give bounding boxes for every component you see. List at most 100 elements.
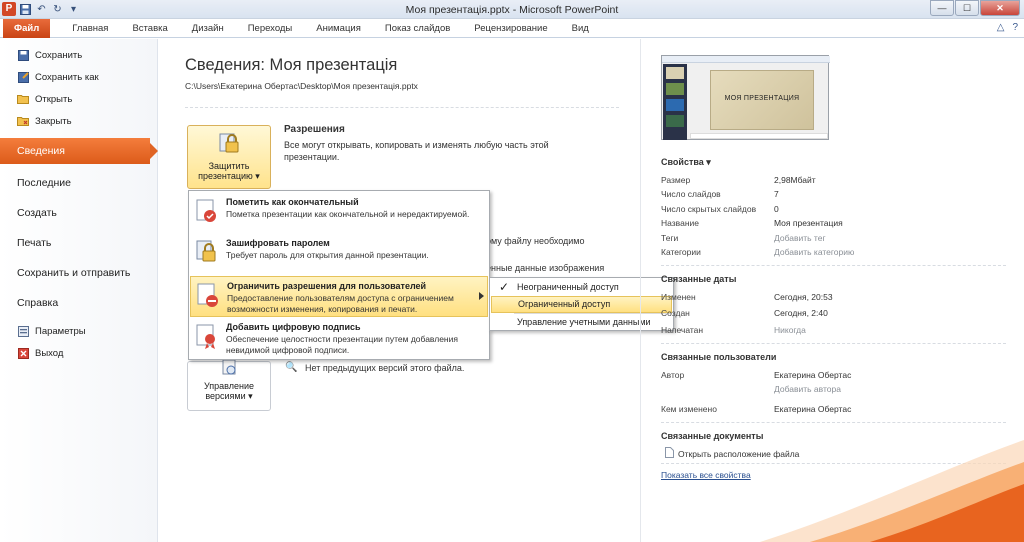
add-author-link[interactable]: Добавить автора (774, 384, 841, 394)
thumb-slide-2 (666, 83, 684, 95)
people-heading: Связанные пользователи (661, 352, 777, 362)
menu-item-title: Зашифровать паролем (226, 238, 330, 248)
manage-versions-button[interactable]: Управление версиями ▾ (187, 360, 271, 411)
show-all-properties-link[interactable]: Показать все свойства (661, 470, 751, 480)
menu-item-title: Добавить цифровую подпись (226, 322, 361, 332)
page-title: Сведения: Моя презентація (185, 56, 398, 74)
checkmark-icon: ✓ (498, 280, 510, 294)
thumb-main-slide: МОЯ ПРЕЗЕНТАЦИЯ (710, 70, 814, 130)
people-value-modified-by: Екатерина Обертас (774, 404, 852, 414)
dates-heading: Связанные даты (661, 274, 737, 284)
thumb-ribbon (662, 56, 830, 63)
lock-icon (196, 240, 216, 262)
protect-presentation-button[interactable]: Защитить презентацию ▾ (187, 125, 271, 189)
thumb-slide-3 (666, 99, 684, 111)
menu-item-encrypt[interactable]: Зашифровать паролем Требует пароль для о… (190, 234, 488, 275)
date-value-modified: Сегодня, 20:53 (774, 292, 833, 302)
nav-recent[interactable]: Последние (0, 168, 157, 198)
menu-item-desc: Предоставление пользователям доступа с о… (227, 293, 454, 314)
prop-value-tags[interactable]: Добавить тег (774, 233, 826, 243)
prop-value-slides: 7 (774, 189, 779, 199)
minimize-button[interactable]: — (930, 0, 954, 16)
divider (185, 107, 619, 108)
nav-save-as-label: Сохранить как (35, 71, 99, 83)
prop-value-categories[interactable]: Добавить категорию (774, 247, 854, 257)
menu-item-title: Ограничить разрешения для пользователей (227, 281, 427, 291)
open-file-location-link[interactable]: Открыть расположение файла (678, 449, 799, 459)
nav-save[interactable]: Сохранить (0, 44, 157, 66)
nav-options-label: Параметры (35, 325, 86, 337)
nav-options[interactable]: Параметры (0, 320, 157, 342)
nav-save-send[interactable]: Сохранить и отправить (0, 258, 157, 288)
ribbon-right-controls: △ ? (997, 22, 1018, 33)
permissions-text: Все могут открывать, копировать и изменя… (284, 140, 549, 162)
protect-button-label-2: презентацию ▾ (198, 171, 260, 181)
date-label-printed: Напечатан (661, 325, 704, 335)
people-label-author: Автор (661, 370, 685, 380)
nav-close[interactable]: Закрыть (0, 110, 157, 132)
menu-item-digital-signature[interactable]: Добавить цифровую подпись Обеспечение це… (190, 318, 488, 359)
tab-slideshow[interactable]: Показ слайдов (373, 19, 462, 38)
tab-insert[interactable]: Вставка (120, 19, 179, 38)
people-label-modified-by: Кем изменено (661, 404, 717, 414)
date-value-created: Сегодня, 2:40 (774, 308, 828, 318)
tab-review[interactable]: Рецензирование (462, 19, 559, 38)
prop-label-hidden-slides: Число скрытых слайдов (661, 204, 757, 214)
presentation-thumbnail[interactable]: МОЯ ПРЕЗЕНТАЦИЯ (661, 55, 830, 140)
inspect-text-fragment-2: енные данные изображения (486, 263, 605, 273)
menu-item-desc: Обеспечение целостности презентации путе… (226, 334, 458, 355)
date-value-printed: Никогда (774, 325, 806, 335)
menu-item-title: Пометить как окончательный (226, 197, 359, 207)
options-icon (17, 325, 29, 337)
lock-icon (219, 133, 239, 153)
thumb-slide-4 (666, 115, 684, 127)
window-title: Моя презентація.pptx - Microsoft PowerPo… (405, 4, 619, 16)
save-icon (17, 49, 29, 61)
exit-icon (17, 347, 29, 359)
minimize-ribbon-icon[interactable]: △ (997, 22, 1005, 33)
help-icon[interactable]: ? (1012, 22, 1018, 33)
maximize-button[interactable]: ☐ (955, 0, 979, 16)
inspect-text-fragment: ому файлу необходимо (486, 236, 585, 246)
date-label-modified: Изменен (661, 292, 696, 302)
tab-transitions[interactable]: Переходы (236, 19, 305, 38)
nav-new[interactable]: Создать (0, 198, 157, 228)
thumb-notes (690, 133, 828, 139)
thumb-slide-1 (666, 67, 684, 79)
backstage-nav: Сохранить Сохранить как Открыть Закрыть … (0, 39, 158, 542)
prop-value-hidden-slides: 0 (774, 204, 779, 214)
title-bar: P ↶ ↻ ▾ Моя презентація.pptx - Microsoft… (0, 0, 1024, 19)
date-label-created: Создан (661, 308, 690, 318)
nav-info[interactable]: Сведения (0, 138, 158, 164)
docs-heading: Связанные документы (661, 431, 764, 441)
prop-value-title[interactable]: Моя презентация (774, 218, 843, 228)
divider (661, 422, 1006, 423)
restrict-permissions-icon (197, 283, 218, 307)
prop-label-categories: Категории (661, 247, 701, 257)
versions-text: Нет предыдущих версий этого файла. (305, 363, 465, 373)
tab-home[interactable]: Главная (60, 19, 120, 38)
tab-design[interactable]: Дизайн (180, 19, 236, 38)
tab-animations[interactable]: Анимация (304, 19, 373, 38)
close-button[interactable]: ✕ (980, 0, 1020, 16)
permissions-heading: Разрешения (284, 124, 345, 135)
folder-close-icon (17, 115, 29, 127)
menu-item-restrict-permissions[interactable]: Ограничить разрешения для пользователей … (190, 276, 488, 317)
nav-help[interactable]: Справка (0, 288, 157, 318)
properties-panel: МОЯ ПРЕЗЕНТАЦИЯ Свойства ▾ Размер 2,98Мб… (640, 39, 1024, 542)
nav-open[interactable]: Открыть (0, 88, 157, 110)
nav-save-as[interactable]: Сохранить как (0, 66, 157, 88)
folder-open-icon (17, 93, 29, 105)
nav-open-label: Открыть (35, 93, 73, 105)
document-icon (665, 447, 674, 460)
nav-print[interactable]: Печать (0, 228, 157, 258)
tab-file[interactable]: Файл (3, 18, 51, 38)
save-as-icon (17, 71, 29, 83)
submenu-item-label: Ограниченный доступ (518, 299, 611, 309)
nav-exit[interactable]: Выход (0, 342, 157, 364)
tab-view[interactable]: Вид (560, 19, 601, 38)
menu-item-mark-final[interactable]: Пометить как окончательный Пометка презе… (190, 193, 488, 234)
mark-final-icon (196, 199, 216, 222)
properties-heading[interactable]: Свойства ▾ (661, 157, 711, 168)
versions-button-label-2: версиями ▾ (205, 391, 253, 401)
